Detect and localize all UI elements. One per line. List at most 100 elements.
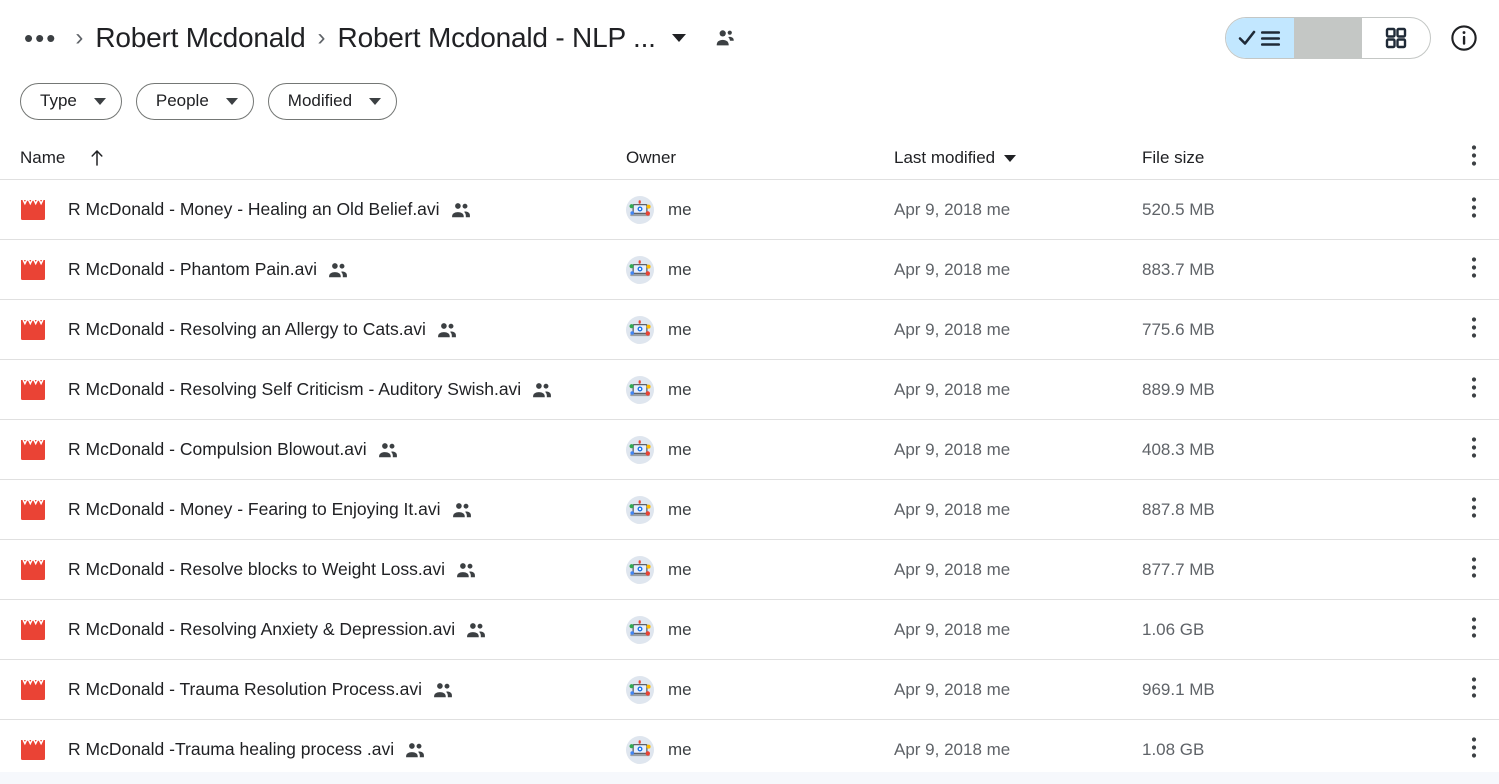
column-header-owner-label: Owner [626, 148, 677, 167]
avatar [626, 435, 654, 464]
video-clapperboard-icon [20, 618, 46, 641]
shared-people-icon [456, 562, 476, 578]
more-vertical-icon[interactable] [1471, 675, 1477, 704]
more-vertical-icon[interactable] [1471, 144, 1477, 173]
file-owner-label: me [668, 199, 692, 219]
breadcrumb-separator-2: › [317, 23, 326, 51]
table-row[interactable]: R McDonald - Trauma Resolution Process.a… [0, 659, 1499, 719]
file-name-cell: R McDonald - Resolving an Allergy to Cat… [20, 318, 626, 341]
file-name-label: R McDonald - Resolving an Allergy to Cat… [68, 319, 426, 339]
more-vertical-icon[interactable] [1471, 375, 1477, 404]
breadcrumb-parent-link[interactable]: Robert Mcdonald [95, 22, 305, 54]
table-row[interactable]: R McDonald - Resolving Anxiety & Depress… [0, 599, 1499, 659]
file-owner-cell: me [626, 735, 894, 764]
filter-chip-type[interactable]: Type [20, 82, 122, 120]
shared-people-icon[interactable] [712, 27, 738, 49]
shared-people-icon [378, 442, 398, 458]
filter-chip-people[interactable]: People [135, 82, 254, 120]
caret-down-icon[interactable] [671, 33, 686, 42]
avatar [626, 255, 654, 284]
chevron-down-icon [93, 97, 106, 105]
avatar [626, 495, 654, 524]
column-header-file-size-label: File size [1142, 148, 1205, 167]
column-header-last-modified[interactable]: Last modified [894, 148, 1142, 168]
file-name-label: R McDonald - Money - Healing an Old Beli… [68, 199, 440, 219]
table-row[interactable]: R McDonald - Resolve blocks to Weight Lo… [0, 539, 1499, 599]
file-name-label: R McDonald - Compulsion Blowout.avi [68, 439, 367, 459]
list-view-check-icon[interactable] [1226, 17, 1294, 58]
more-vertical-icon[interactable] [1471, 495, 1477, 524]
more-vertical-icon[interactable] [1471, 615, 1477, 644]
file-size-label: 889.9 MB [1142, 379, 1215, 399]
chevron-down-icon [225, 97, 238, 105]
file-name-cell: R McDonald - Resolve blocks to Weight Lo… [20, 558, 626, 581]
table-row[interactable]: R McDonald - Compulsion Blowout.avi me A… [0, 419, 1499, 479]
more-vertical-icon[interactable] [1471, 435, 1477, 464]
table-column-headers: Name Owner Last modified File size [0, 137, 1499, 179]
more-vertical-icon[interactable] [1471, 315, 1477, 344]
file-size-label: 883.7 MB [1142, 259, 1215, 279]
table-row[interactable]: R McDonald -Trauma healing process .avi [0, 719, 1499, 779]
table-row[interactable]: R McDonald - Resolving an Allergy to Cat… [0, 299, 1499, 359]
avatar [626, 315, 654, 344]
breadcrumb-current-folder[interactable]: Robert Mcdonald - NLP ... [338, 22, 656, 54]
file-owner-label: me [668, 379, 692, 399]
video-clapperboard-icon [20, 438, 46, 461]
topbar-right-controls [1225, 0, 1481, 75]
file-owner-cell: me [626, 375, 894, 404]
video-clapperboard-icon [20, 498, 46, 521]
file-size-label: 969.1 MB [1142, 679, 1215, 699]
more-vertical-icon[interactable] [1471, 195, 1477, 224]
bottom-edge-strip [0, 772, 1499, 784]
avatar [626, 735, 654, 764]
table-row[interactable]: R McDonald - Phantom Pain.avi me Apr 9, … [0, 239, 1499, 299]
file-modified-label: Apr 9, 2018 me [894, 559, 1011, 579]
file-name-label: R McDonald - Phantom Pain.avi [68, 259, 317, 279]
file-size-label: 775.6 MB [1142, 319, 1215, 339]
file-owner-cell: me [626, 615, 894, 644]
table-row[interactable]: R McDonald - Money - Healing an Old Beli… [0, 179, 1499, 239]
file-name-label: R McDonald - Resolving Anxiety & Depress… [68, 619, 456, 639]
file-owner-cell: me [626, 495, 894, 524]
view-toggle-divider [1294, 17, 1362, 58]
video-clapperboard-icon [20, 378, 46, 401]
file-size-label: 1.06 GB [1142, 619, 1205, 639]
avatar [626, 675, 654, 704]
file-list: R McDonald - Money - Healing an Old Beli… [0, 179, 1499, 779]
file-owner-label: me [668, 319, 692, 339]
arrow-up-icon [89, 148, 105, 168]
filter-chip-modified[interactable]: Modified [267, 82, 398, 120]
video-clapperboard-icon [20, 558, 46, 581]
video-clapperboard-icon [20, 258, 46, 281]
file-owner-label: me [668, 439, 692, 459]
file-modified-label: Apr 9, 2018 me [894, 379, 1011, 399]
file-modified-label: Apr 9, 2018 me [894, 499, 1011, 519]
column-header-name[interactable]: Name [20, 148, 626, 168]
top-breadcrumb-bar: ••• › Robert Mcdonald › Robert Mcdonald … [0, 0, 1499, 75]
column-header-file-size[interactable]: File size [1142, 148, 1499, 168]
breadcrumb-overflow-button[interactable]: ••• [18, 25, 63, 51]
grid-view-icon[interactable] [1362, 18, 1430, 58]
filter-chip-bar: Type People Modified [0, 75, 1499, 127]
shared-people-icon [328, 262, 348, 278]
file-size-label: 520.5 MB [1142, 199, 1215, 219]
file-owner-label: me [668, 679, 692, 699]
video-clapperboard-icon [20, 198, 46, 221]
column-header-owner[interactable]: Owner [626, 148, 894, 168]
file-modified-label: Apr 9, 2018 me [894, 619, 1011, 639]
file-name-cell: R McDonald - Compulsion Blowout.avi [20, 438, 626, 461]
video-clapperboard-icon [20, 318, 46, 341]
info-circle-icon[interactable] [1447, 21, 1481, 55]
file-size-label: 1.08 GB [1142, 739, 1205, 759]
file-name-label: R McDonald - Resolve blocks to Weight Lo… [68, 559, 446, 579]
file-name-label: R McDonald - Money - Fearing to Enjoying… [68, 499, 441, 519]
filter-chip-modified-label: Modified [287, 91, 353, 110]
file-owner-cell: me [626, 675, 894, 704]
shared-people-icon [405, 742, 425, 758]
table-row[interactable]: R McDonald - Resolving Self Criticism - … [0, 359, 1499, 419]
more-vertical-icon[interactable] [1471, 555, 1477, 584]
table-row[interactable]: R McDonald - Money - Fearing to Enjoying… [0, 479, 1499, 539]
more-vertical-icon[interactable] [1471, 735, 1477, 764]
more-vertical-icon[interactable] [1471, 255, 1477, 284]
file-owner-label: me [668, 739, 692, 759]
